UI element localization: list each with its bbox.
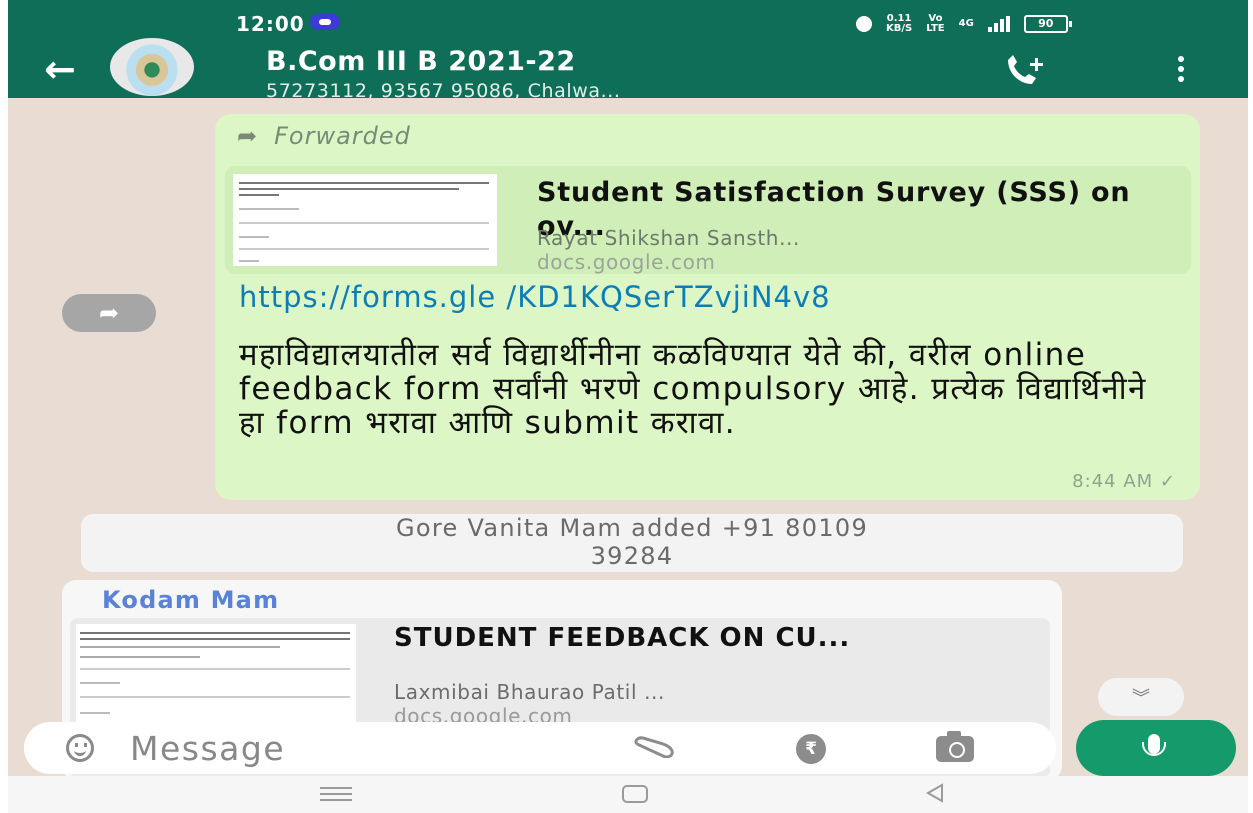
status-indicator-icon [310,14,340,30]
outgoing-message[interactable]: ➦ Forwarded Student Satisfaction Survey … [215,114,1200,500]
network-type: 4G [958,18,974,29]
volte-indicator: Vo LTE [926,13,945,34]
message-timestamp: 8:44 AM ✓ [1072,471,1176,492]
incoming-link-preview-title: STUDENT FEEDBACK ON CU... [394,623,851,653]
message-time: 8:44 AM [1072,471,1154,492]
message-text: महाविद्यालयातील सर्व विद्यार्थीनीना कळवि… [239,337,1147,441]
message-input[interactable] [130,724,570,772]
attach-icon[interactable] [632,736,676,758]
status-time: 12:00 [236,12,305,36]
back-arrow-icon[interactable]: ← [44,50,76,88]
nav-back-icon[interactable] [924,782,946,804]
signal-icon [987,16,1010,32]
alarm-icon [856,16,872,32]
home-icon[interactable] [622,785,648,803]
battery-icon: 90 [1023,15,1072,33]
emoji-icon[interactable] [66,734,94,762]
message-link[interactable]: https://forms.gle /KD1KQSerTZvjiN4v8 [239,282,859,312]
scroll-down-button[interactable]: ︾ [1098,678,1184,716]
more-options-icon[interactable] [1176,56,1186,82]
message-composer: ₹ [24,722,1056,774]
incoming-link-preview-site: Laxmibai Bhaurao Patil ... [394,680,665,704]
add-call-icon[interactable] [1002,54,1048,88]
net-speed: 0.11 KB/S [886,13,913,34]
mic-icon [1142,734,1166,756]
link-preview-thumbnail [233,174,497,266]
link-preview-site: Rayat Shikshan Sansth... [537,226,800,250]
system-message-line-1: Gore Vanita Mam added +91 80109 [395,514,869,542]
recents-icon[interactable] [320,787,352,801]
app-bar: 12:00 0.11 KB/S Vo LTE 4G 90 ← B.Com III… [8,0,1248,102]
forwarded-label-row: ➦ Forwarded [237,122,411,150]
chat-area[interactable]: ➦ ➦ Forwarded Student Satisfaction Surve… [8,98,1248,776]
system-message: Gore Vanita Mam added +91 80109 39284 [81,514,1183,572]
status-icons: 0.11 KB/S Vo LTE 4G 90 [856,13,1072,34]
chat-title[interactable]: B.Com III B 2021-22 [266,46,576,77]
payment-icon[interactable]: ₹ [796,734,826,764]
system-message-line-2: 39284 [590,542,674,570]
sender-name[interactable]: Kodam Mam [102,586,279,614]
forward-button[interactable]: ➦ [62,294,156,332]
system-nav-bar [8,776,1248,813]
voice-message-button[interactable] [1076,720,1236,776]
forwarded-icon: ➦ [237,122,259,150]
group-avatar[interactable] [110,38,194,96]
link-preview[interactable]: Student Satisfaction Survey (SSS) on ov.… [225,166,1191,274]
camera-icon[interactable] [936,731,974,762]
forwarded-label: Forwarded [274,122,411,150]
sent-tick-icon: ✓ [1159,471,1176,492]
link-preview-domain: docs.google.com [537,250,716,274]
